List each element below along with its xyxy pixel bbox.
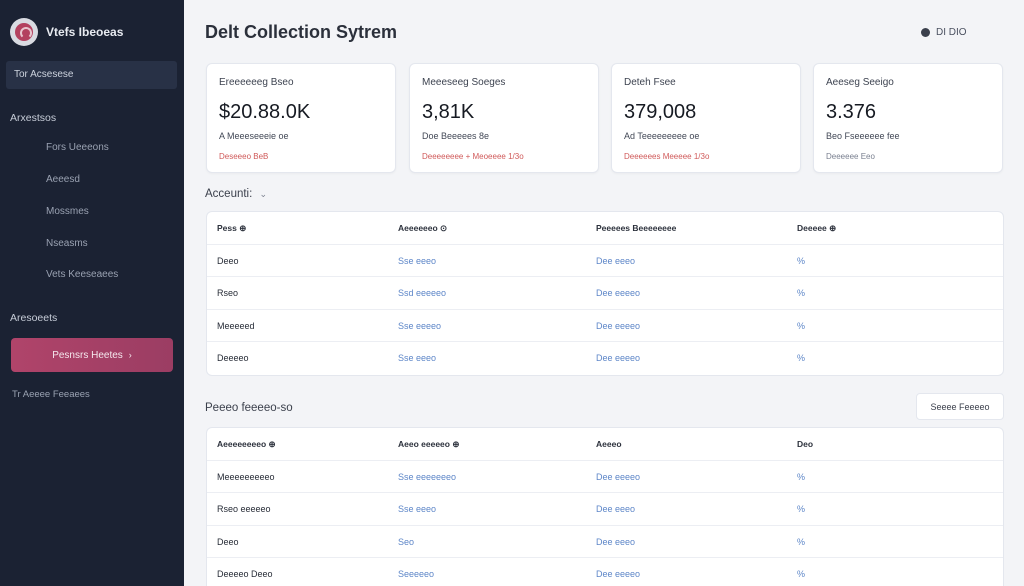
kpi-subtext: Ad Teeeeeeeee oe <box>624 131 700 141</box>
accounts-section-title[interactable]: Acceunti: ⌄ <box>205 188 267 200</box>
kpi-label: Deteh Fsee <box>624 77 676 88</box>
table-cell-link[interactable]: Dee eeeeo <box>596 353 640 363</box>
accounts-table: Pess ⊕ Aeeeeeeo ⊙ Peeeees Beeeeeeee Deee… <box>206 211 1004 376</box>
table-row[interactable]: Rseo Ssd eeeeeo Dee eeeeo % <box>207 277 1003 310</box>
table-cell: Deeo <box>217 536 239 547</box>
brand-name: Vtefs Ibeoeas <box>46 25 124 39</box>
table-cell-link[interactable]: % <box>797 504 805 514</box>
table-cell: Rseo eeeeeo <box>217 504 271 514</box>
kpi-value: $20.88.0K <box>219 101 311 123</box>
kpi-value: 3.376 <box>826 101 877 123</box>
table-cell-link[interactable]: Seo <box>398 537 414 547</box>
column-header[interactable]: Peeeees Beeeeeeee <box>596 223 676 233</box>
table-cell-link[interactable]: Dee eeeeo <box>596 569 640 579</box>
sidebar-item[interactable]: Vets Keeseaees <box>46 269 118 280</box>
sidebar-item[interactable]: Nseasms <box>46 238 88 249</box>
brand[interactable]: Vtefs Ibeoeas <box>10 18 123 46</box>
kpi-label: Ereeeeeeg Bseo <box>219 77 294 88</box>
table-cell-link[interactable]: Dee eeeeo <box>596 288 640 298</box>
kpi-subtext: A Meeeseeeie oe <box>219 131 289 141</box>
table-cell-link[interactable]: Sse eeeo <box>398 504 436 514</box>
sidebar-cta-button[interactable]: Pesnsrs Heetes › <box>11 338 173 372</box>
table-row[interactable]: Deeeeo Deeo Seeeeeo Dee eeeeo % <box>207 558 1003 586</box>
accounts-title: Acceunti: <box>205 188 253 200</box>
header-controls[interactable]: DI DIO <box>921 22 1001 42</box>
table-row[interactable]: Deeo Sse eeeo Dee eeeo % <box>207 245 1003 277</box>
payments-section-title: Peeeo feeeeo-so <box>205 402 293 414</box>
table-cell-link[interactable]: % <box>797 537 805 547</box>
table-cell-link[interactable]: Dee eeeo <box>596 256 635 266</box>
table-cell-link[interactable]: % <box>797 353 805 363</box>
column-header[interactable]: Deeeee ⊕ <box>797 223 836 234</box>
table-cell: Rseo <box>217 288 239 298</box>
table-row[interactable]: Meeeeeeeeeo Sse eeeeeeeo Dee eeeeo % <box>207 461 1003 493</box>
table-row[interactable]: Deeo Seo Dee eeeo % <box>207 526 1003 558</box>
table-cell-link[interactable]: Dee eeeo <box>596 504 635 514</box>
sidebar-item[interactable]: Fors Ueeeons <box>46 142 109 153</box>
table-cell: Deeeeo <box>217 353 249 363</box>
kpi-subtext: Beo Fseeeeee fee <box>826 131 900 141</box>
cta-label: Pesnsrs Heetes <box>52 349 123 361</box>
column-header[interactable]: Deo <box>797 439 813 449</box>
sidebar: Vtefs Ibeoeas Tor Acsesese Arxestsos For… <box>0 0 184 586</box>
table-cell-link[interactable]: Seeeeeo <box>398 569 434 579</box>
table-cell-link[interactable]: % <box>797 256 805 266</box>
chevron-down-icon: ⌄ <box>259 189 268 199</box>
kpi-card: Meeeseeg Soeges 3,81K Doe Beeeees 8e Dee… <box>409 63 599 173</box>
table-cell-link[interactable]: Ssd eeeeeo <box>398 288 446 298</box>
table-cell-link[interactable]: % <box>797 569 805 579</box>
table-cell-link[interactable]: % <box>797 321 805 331</box>
header-controls-text: DI DIO <box>936 26 967 38</box>
sidebar-section-title: Arxestsos <box>10 112 57 124</box>
table-cell-link[interactable]: Sse eeeo <box>398 353 436 363</box>
kpi-trend: Deeeeees Meeeee 1/3o <box>624 152 710 161</box>
status-dot-icon <box>921 27 930 37</box>
kpi-card: Deteh Fsee 379,008 Ad Teeeeeeeee oe Deee… <box>611 63 801 173</box>
sidebar-footer-link[interactable]: Tr Aeeee Feeaees <box>12 389 90 400</box>
page-title: Delt Collection Sytrem <box>205 22 398 42</box>
column-header[interactable]: Aeeo eeeeeo ⊕ <box>398 439 459 450</box>
column-header[interactable]: Aeeeeeeeeo ⊕ <box>217 439 276 450</box>
kpi-trend: Deseeeo BeB <box>219 152 269 161</box>
table-cell-link[interactable]: % <box>797 472 805 482</box>
kpi-label: Meeeseeg Soeges <box>422 77 506 88</box>
sidebar-item[interactable]: Mossmes <box>46 206 89 217</box>
table-header-row: Aeeeeeeeeo ⊕ Aeeo eeeeeo ⊕ Aeeeo Deo <box>207 428 1003 461</box>
table-header-row: Pess ⊕ Aeeeeeeo ⊙ Peeeees Beeeeeeee Deee… <box>207 212 1003 245</box>
kpi-trend: Deeeeeeee + Meoeeee 1/3o <box>422 152 524 161</box>
payments-table: Aeeeeeeeeo ⊕ Aeeo eeeeeo ⊕ Aeeeo Deo Mee… <box>206 427 1004 586</box>
table-cell: Meeeeeeeeeo <box>217 471 275 482</box>
kpi-value: 379,008 <box>624 101 697 123</box>
sidebar-item-active[interactable]: Tor Acsesese <box>6 61 177 89</box>
column-header[interactable]: Aeeeeeeo ⊙ <box>398 223 447 234</box>
kpi-trend: Deeeeee Eeo <box>826 152 875 161</box>
chevron-right-icon: › <box>128 350 132 360</box>
sidebar-section-title: Aresoeets <box>10 312 58 324</box>
sidebar-item[interactable]: Aeeesd <box>46 174 80 185</box>
table-cell-link[interactable]: Sse eeeeo <box>398 321 441 331</box>
kpi-card: Aeeseg Seeigo 3.376 Beo Fseeeeee fee Dee… <box>813 63 1003 173</box>
column-header[interactable]: Aeeeo <box>596 439 622 449</box>
kpi-value: 3,81K <box>422 101 475 123</box>
table-row[interactable]: Rseo eeeeeo Sse eeeo Dee eeeo % <box>207 493 1003 526</box>
table-cell: Deeo <box>217 255 239 266</box>
kpi-subtext: Doe Beeeees 8e <box>422 131 490 141</box>
column-header[interactable]: Pess ⊕ <box>217 223 246 234</box>
kpi-card: Ereeeeeeg Bseo $20.88.0K A Meeeseeeie oe… <box>206 63 396 173</box>
table-cell-link[interactable]: Sse eeeeeeeo <box>398 472 456 482</box>
table-cell-link[interactable]: Sse eeeo <box>398 256 436 266</box>
payments-action-button[interactable]: Seeee Feeeeo <box>916 393 1004 420</box>
table-row[interactable]: Meeeeed Sse eeeeo Dee eeeeo % <box>207 310 1003 342</box>
table-cell-link[interactable]: Dee eeeeo <box>596 472 640 482</box>
table-row[interactable]: Deeeeo Sse eeeo Dee eeeeo % <box>207 342 1003 375</box>
table-cell-link[interactable]: % <box>797 288 805 298</box>
kpi-label: Aeeseg Seeigo <box>826 77 894 88</box>
table-cell-link[interactable]: Dee eeeo <box>596 537 635 547</box>
table-cell: Meeeeed <box>217 320 255 331</box>
table-cell-link[interactable]: Dee eeeeo <box>596 321 640 331</box>
brand-logo-icon <box>10 18 38 46</box>
table-cell: Deeeeo Deeo <box>217 569 273 579</box>
